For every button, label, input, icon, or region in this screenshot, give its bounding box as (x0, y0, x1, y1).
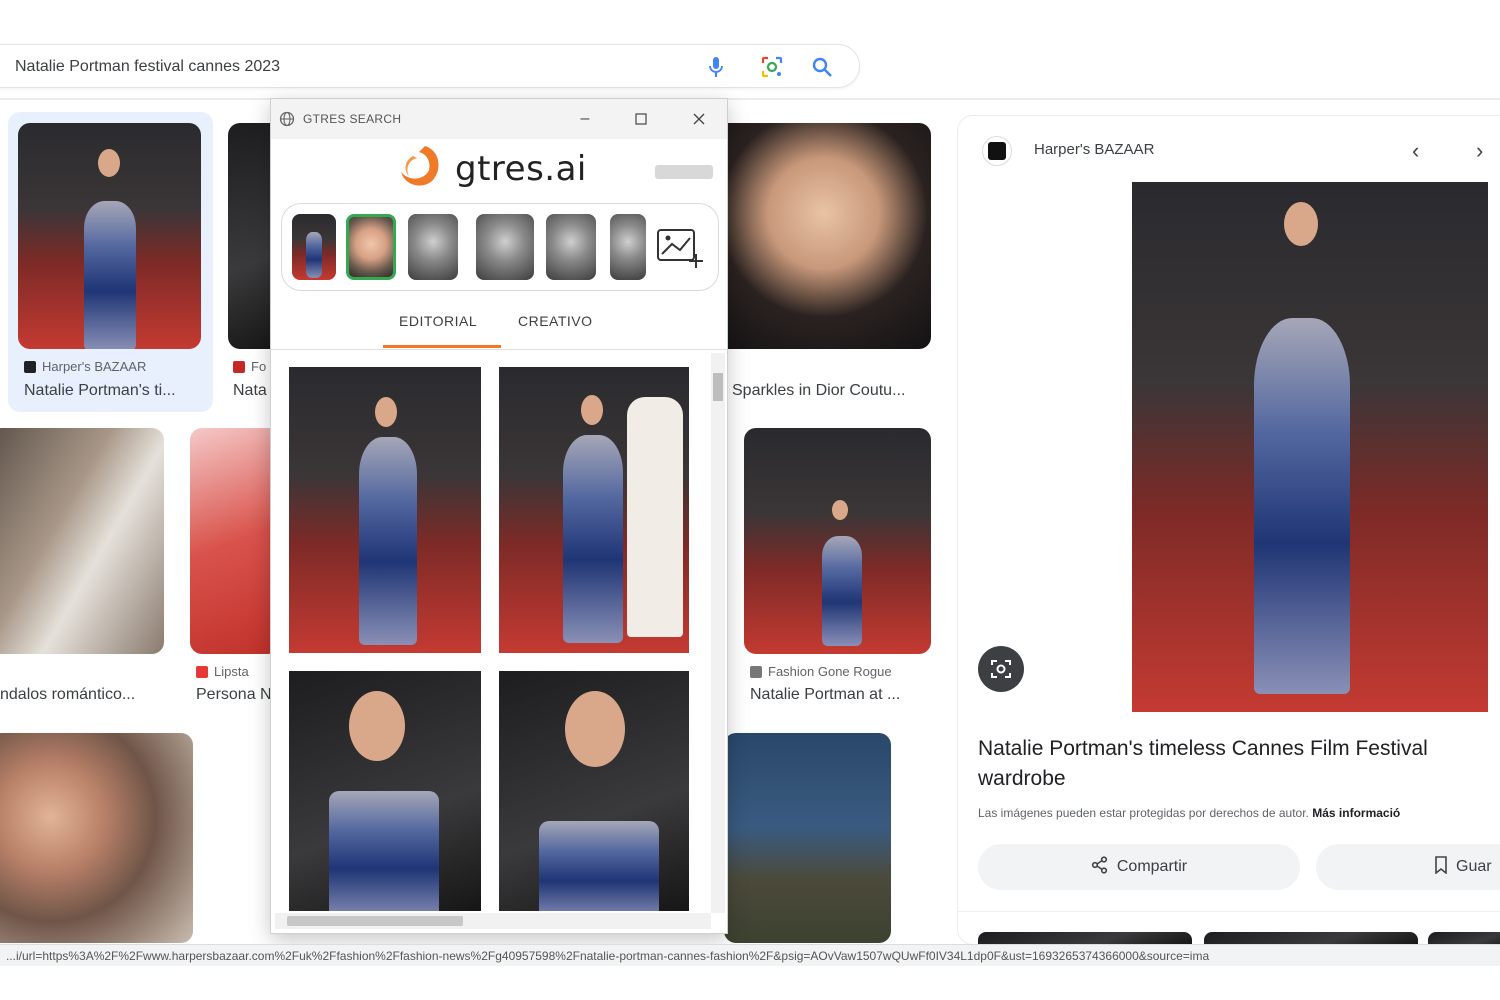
result-source: Harper's BAZAAR (24, 359, 146, 374)
result-source: Lipsta (196, 664, 249, 679)
person-head (581, 395, 603, 425)
save-label: Guar (1456, 858, 1492, 875)
source-favicon (24, 360, 36, 373)
face-thumbnail[interactable] (408, 214, 458, 280)
gtres-logo-icon (395, 142, 445, 197)
gtres-brand-name: gtres.ai (455, 149, 587, 189)
active-tab-indicator (383, 345, 501, 348)
search-input[interactable]: Natalie Portman festival cannes 2023 (15, 58, 280, 76)
face-thumbnail-fullbody[interactable] (292, 214, 336, 280)
copyright-notice: Las imágenes pueden estar protegidas por… (978, 806, 1401, 820)
browser-page: Natalie Portman festival cannes 2023 Har… (0, 0, 1500, 1000)
result-title[interactable]: Persona N (196, 686, 272, 704)
person-head (375, 397, 397, 427)
user-name-redacted (655, 165, 713, 179)
share-icon (1091, 855, 1109, 879)
gtres-result-image[interactable] (499, 367, 689, 653)
gtres-search-window: GTRES SEARCH – gtres.ai EDITORIAL CREATI… (270, 98, 728, 934)
result-title[interactable]: ndalos romántico... (0, 686, 160, 704)
preview-panel: Harper's BAZAAR ‹ › Natalie Portman's ti… (957, 115, 1500, 946)
globe-icon (279, 111, 295, 132)
search-icon[interactable] (808, 53, 836, 81)
vertical-scrollbar[interactable] (711, 353, 725, 913)
face-thumbnail[interactable] (546, 214, 596, 280)
search-bar[interactable]: Natalie Portman festival cannes 2023 (0, 44, 860, 88)
result-thumbnail[interactable] (0, 733, 193, 943)
panel-divider (958, 911, 1500, 912)
preview-title[interactable]: Natalie Portman's timeless Cannes Film F… (978, 734, 1498, 794)
person-head (565, 691, 625, 767)
source-favicon (750, 665, 762, 678)
gown (1254, 318, 1350, 694)
panel-source-name[interactable]: Harper's BAZAAR (1034, 141, 1154, 158)
scrollbar-thumb[interactable] (713, 373, 723, 401)
tab-editorial[interactable]: EDITORIAL (399, 313, 477, 329)
gtres-result-image[interactable] (499, 671, 689, 911)
close-icon[interactable] (687, 107, 711, 131)
chevron-left-icon[interactable]: ‹ (1412, 138, 1419, 164)
window-titlebar[interactable]: GTRES SEARCH – (271, 99, 727, 139)
person-head (1284, 202, 1318, 246)
result-thumbnail[interactable] (724, 733, 891, 943)
minimize-icon[interactable]: – (573, 107, 597, 131)
source-logo (982, 136, 1012, 166)
gown (539, 821, 659, 911)
face-thumbnail[interactable] (476, 214, 534, 280)
face-selector (281, 203, 719, 291)
result-thumbnail[interactable] (18, 123, 201, 349)
gown (359, 437, 417, 645)
tab-creativo[interactable]: CREATIVO (518, 313, 593, 329)
microphone-icon[interactable] (702, 53, 730, 81)
gtres-tabs: EDITORIAL CREATIVO (271, 305, 727, 349)
share-button[interactable]: Compartir (978, 844, 1300, 890)
gown (822, 536, 862, 646)
result-title[interactable]: Sparkles in Dior Coutu... (732, 382, 932, 400)
bookmark-icon (1434, 855, 1448, 879)
maximize-icon[interactable] (629, 107, 653, 131)
face-thumbnail-selected[interactable] (346, 214, 396, 280)
gtres-result-image[interactable] (289, 367, 481, 653)
gown (329, 791, 439, 911)
tabs-divider (271, 349, 727, 350)
result-thumbnail[interactable] (716, 123, 931, 349)
result-source: Fashion Gone Rogue (750, 664, 892, 679)
scrollbar-thumb[interactable] (287, 916, 463, 926)
source-favicon (196, 665, 208, 678)
horizontal-scrollbar[interactable] (275, 913, 711, 929)
lens-icon[interactable] (758, 53, 786, 81)
white-gown-figure (627, 397, 683, 637)
gown (306, 232, 322, 278)
person-head (98, 149, 120, 177)
header-divider (0, 98, 1500, 100)
window-title: GTRES SEARCH (303, 112, 402, 126)
status-url: ...i/url=https%3A%2F%2Fwww.harpersbazaar… (6, 949, 1210, 963)
gown (563, 435, 623, 643)
add-image-icon[interactable] (656, 224, 704, 275)
result-source: Fo (233, 359, 266, 374)
preview-image[interactable] (1132, 182, 1488, 712)
result-title[interactable]: Natalie Portman's ti... (24, 382, 204, 400)
save-button[interactable]: Guar (1316, 844, 1500, 890)
gown (84, 201, 136, 349)
result-thumbnail[interactable] (744, 428, 931, 654)
visual-search-button[interactable] (978, 646, 1024, 692)
share-label: Compartir (1116, 858, 1188, 875)
result-thumbnail[interactable] (0, 428, 164, 654)
chevron-right-icon[interactable]: › (1476, 138, 1483, 164)
person-head (832, 500, 848, 520)
more-info-link[interactable]: Más informació (1312, 806, 1400, 820)
source-favicon (233, 360, 245, 373)
gtres-logo: gtres.ai (395, 143, 587, 195)
result-thumbnail[interactable] (190, 428, 280, 654)
result-title[interactable]: Natalie Portman at ... (750, 686, 930, 704)
status-bar: ...i/url=https%3A%2F%2Fwww.harpersbazaar… (0, 944, 1500, 966)
person-head (349, 691, 405, 761)
result-title[interactable]: Nata (233, 382, 273, 400)
face-thumbnail[interactable] (610, 214, 646, 280)
gtres-result-image[interactable] (289, 671, 481, 911)
